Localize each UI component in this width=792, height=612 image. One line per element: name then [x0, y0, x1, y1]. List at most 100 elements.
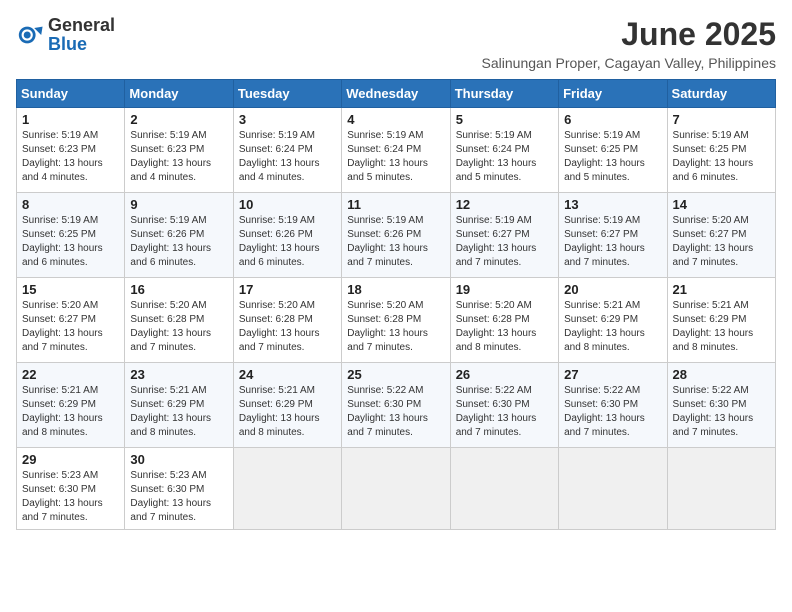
day-number: 18	[347, 282, 444, 297]
day-number: 11	[347, 197, 444, 212]
cell-info: Sunrise: 5:21 AMSunset: 6:29 PMDaylight:…	[239, 385, 320, 438]
day-number: 29	[22, 452, 119, 467]
weekday-header-sunday: Sunday	[17, 80, 125, 108]
cell-info: Sunrise: 5:19 AMSunset: 6:24 PMDaylight:…	[239, 130, 320, 183]
cell-info: Sunrise: 5:22 AMSunset: 6:30 PMDaylight:…	[456, 385, 537, 438]
cell-info: Sunrise: 5:22 AMSunset: 6:30 PMDaylight:…	[564, 385, 645, 438]
day-number: 15	[22, 282, 119, 297]
day-number: 21	[673, 282, 770, 297]
calendar-cell: 9 Sunrise: 5:19 AMSunset: 6:26 PMDayligh…	[125, 193, 233, 278]
calendar-cell: 19 Sunrise: 5:20 AMSunset: 6:28 PMDaylig…	[450, 278, 558, 363]
logo-blue: Blue	[48, 34, 87, 54]
cell-info: Sunrise: 5:19 AMSunset: 6:25 PMDaylight:…	[564, 130, 645, 183]
header: General Blue June 2025 Salinungan Proper…	[16, 16, 776, 71]
day-number: 25	[347, 367, 444, 382]
calendar-cell: 10 Sunrise: 5:19 AMSunset: 6:26 PMDaylig…	[233, 193, 341, 278]
week-row-5: 29 Sunrise: 5:23 AMSunset: 6:30 PMDaylig…	[17, 448, 776, 530]
cell-info: Sunrise: 5:19 AMSunset: 6:27 PMDaylight:…	[564, 215, 645, 268]
cell-info: Sunrise: 5:20 AMSunset: 6:28 PMDaylight:…	[347, 300, 428, 353]
calendar-cell: 16 Sunrise: 5:20 AMSunset: 6:28 PMDaylig…	[125, 278, 233, 363]
cell-info: Sunrise: 5:19 AMSunset: 6:26 PMDaylight:…	[130, 215, 211, 268]
calendar-cell: 20 Sunrise: 5:21 AMSunset: 6:29 PMDaylig…	[559, 278, 667, 363]
cell-info: Sunrise: 5:19 AMSunset: 6:24 PMDaylight:…	[347, 130, 428, 183]
day-number: 4	[347, 112, 444, 127]
cell-info: Sunrise: 5:19 AMSunset: 6:24 PMDaylight:…	[456, 130, 537, 183]
cell-info: Sunrise: 5:19 AMSunset: 6:25 PMDaylight:…	[673, 130, 754, 183]
day-number: 17	[239, 282, 336, 297]
calendar-cell: 18 Sunrise: 5:20 AMSunset: 6:28 PMDaylig…	[342, 278, 450, 363]
month-title: June 2025	[482, 16, 776, 53]
calendar-cell	[450, 448, 558, 530]
day-number: 10	[239, 197, 336, 212]
day-number: 19	[456, 282, 553, 297]
calendar-cell	[667, 448, 775, 530]
calendar-cell: 14 Sunrise: 5:20 AMSunset: 6:27 PMDaylig…	[667, 193, 775, 278]
cell-info: Sunrise: 5:19 AMSunset: 6:26 PMDaylight:…	[347, 215, 428, 268]
calendar-cell: 30 Sunrise: 5:23 AMSunset: 6:30 PMDaylig…	[125, 448, 233, 530]
weekday-header-wednesday: Wednesday	[342, 80, 450, 108]
calendar-cell	[342, 448, 450, 530]
day-number: 13	[564, 197, 661, 212]
day-number: 7	[673, 112, 770, 127]
calendar-cell: 3 Sunrise: 5:19 AMSunset: 6:24 PMDayligh…	[233, 108, 341, 193]
weekday-header-tuesday: Tuesday	[233, 80, 341, 108]
cell-info: Sunrise: 5:19 AMSunset: 6:27 PMDaylight:…	[456, 215, 537, 268]
calendar-cell: 4 Sunrise: 5:19 AMSunset: 6:24 PMDayligh…	[342, 108, 450, 193]
cell-info: Sunrise: 5:23 AMSunset: 6:30 PMDaylight:…	[22, 470, 103, 523]
weekday-header-saturday: Saturday	[667, 80, 775, 108]
calendar-cell: 5 Sunrise: 5:19 AMSunset: 6:24 PMDayligh…	[450, 108, 558, 193]
calendar-cell	[559, 448, 667, 530]
calendar-cell: 12 Sunrise: 5:19 AMSunset: 6:27 PMDaylig…	[450, 193, 558, 278]
cell-info: Sunrise: 5:20 AMSunset: 6:27 PMDaylight:…	[22, 300, 103, 353]
calendar-cell: 25 Sunrise: 5:22 AMSunset: 6:30 PMDaylig…	[342, 363, 450, 448]
cell-info: Sunrise: 5:22 AMSunset: 6:30 PMDaylight:…	[347, 385, 428, 438]
day-number: 23	[130, 367, 227, 382]
week-row-2: 8 Sunrise: 5:19 AMSunset: 6:25 PMDayligh…	[17, 193, 776, 278]
cell-info: Sunrise: 5:21 AMSunset: 6:29 PMDaylight:…	[564, 300, 645, 353]
calendar-cell: 2 Sunrise: 5:19 AMSunset: 6:23 PMDayligh…	[125, 108, 233, 193]
calendar-table: SundayMondayTuesdayWednesdayThursdayFrid…	[16, 79, 776, 530]
week-row-4: 22 Sunrise: 5:21 AMSunset: 6:29 PMDaylig…	[17, 363, 776, 448]
cell-info: Sunrise: 5:20 AMSunset: 6:28 PMDaylight:…	[456, 300, 537, 353]
day-number: 26	[456, 367, 553, 382]
day-number: 2	[130, 112, 227, 127]
calendar-cell: 6 Sunrise: 5:19 AMSunset: 6:25 PMDayligh…	[559, 108, 667, 193]
day-number: 1	[22, 112, 119, 127]
cell-info: Sunrise: 5:23 AMSunset: 6:30 PMDaylight:…	[130, 470, 211, 523]
calendar-cell: 15 Sunrise: 5:20 AMSunset: 6:27 PMDaylig…	[17, 278, 125, 363]
logo-text: General Blue	[48, 16, 115, 54]
cell-info: Sunrise: 5:21 AMSunset: 6:29 PMDaylight:…	[130, 385, 211, 438]
cell-info: Sunrise: 5:21 AMSunset: 6:29 PMDaylight:…	[22, 385, 103, 438]
cell-info: Sunrise: 5:19 AMSunset: 6:23 PMDaylight:…	[130, 130, 211, 183]
cell-info: Sunrise: 5:20 AMSunset: 6:27 PMDaylight:…	[673, 215, 754, 268]
day-number: 14	[673, 197, 770, 212]
calendar-cell: 24 Sunrise: 5:21 AMSunset: 6:29 PMDaylig…	[233, 363, 341, 448]
day-number: 12	[456, 197, 553, 212]
day-number: 8	[22, 197, 119, 212]
day-number: 16	[130, 282, 227, 297]
calendar-cell: 21 Sunrise: 5:21 AMSunset: 6:29 PMDaylig…	[667, 278, 775, 363]
weekday-header-monday: Monday	[125, 80, 233, 108]
cell-info: Sunrise: 5:20 AMSunset: 6:28 PMDaylight:…	[239, 300, 320, 353]
cell-info: Sunrise: 5:19 AMSunset: 6:23 PMDaylight:…	[22, 130, 103, 183]
calendar-cell: 13 Sunrise: 5:19 AMSunset: 6:27 PMDaylig…	[559, 193, 667, 278]
weekday-header-row: SundayMondayTuesdayWednesdayThursdayFrid…	[17, 80, 776, 108]
cell-info: Sunrise: 5:21 AMSunset: 6:29 PMDaylight:…	[673, 300, 754, 353]
calendar-cell: 17 Sunrise: 5:20 AMSunset: 6:28 PMDaylig…	[233, 278, 341, 363]
cell-info: Sunrise: 5:19 AMSunset: 6:25 PMDaylight:…	[22, 215, 103, 268]
cell-info: Sunrise: 5:22 AMSunset: 6:30 PMDaylight:…	[673, 385, 754, 438]
day-number: 30	[130, 452, 227, 467]
calendar-cell: 8 Sunrise: 5:19 AMSunset: 6:25 PMDayligh…	[17, 193, 125, 278]
weekday-header-friday: Friday	[559, 80, 667, 108]
location-title: Salinungan Proper, Cagayan Valley, Phili…	[482, 55, 776, 71]
calendar-cell: 27 Sunrise: 5:22 AMSunset: 6:30 PMDaylig…	[559, 363, 667, 448]
weekday-header-thursday: Thursday	[450, 80, 558, 108]
calendar-cell: 22 Sunrise: 5:21 AMSunset: 6:29 PMDaylig…	[17, 363, 125, 448]
day-number: 24	[239, 367, 336, 382]
logo: General Blue	[16, 16, 115, 54]
logo-general: General	[48, 15, 115, 35]
calendar-cell: 11 Sunrise: 5:19 AMSunset: 6:26 PMDaylig…	[342, 193, 450, 278]
calendar-cell: 29 Sunrise: 5:23 AMSunset: 6:30 PMDaylig…	[17, 448, 125, 530]
calendar-cell: 23 Sunrise: 5:21 AMSunset: 6:29 PMDaylig…	[125, 363, 233, 448]
day-number: 28	[673, 367, 770, 382]
